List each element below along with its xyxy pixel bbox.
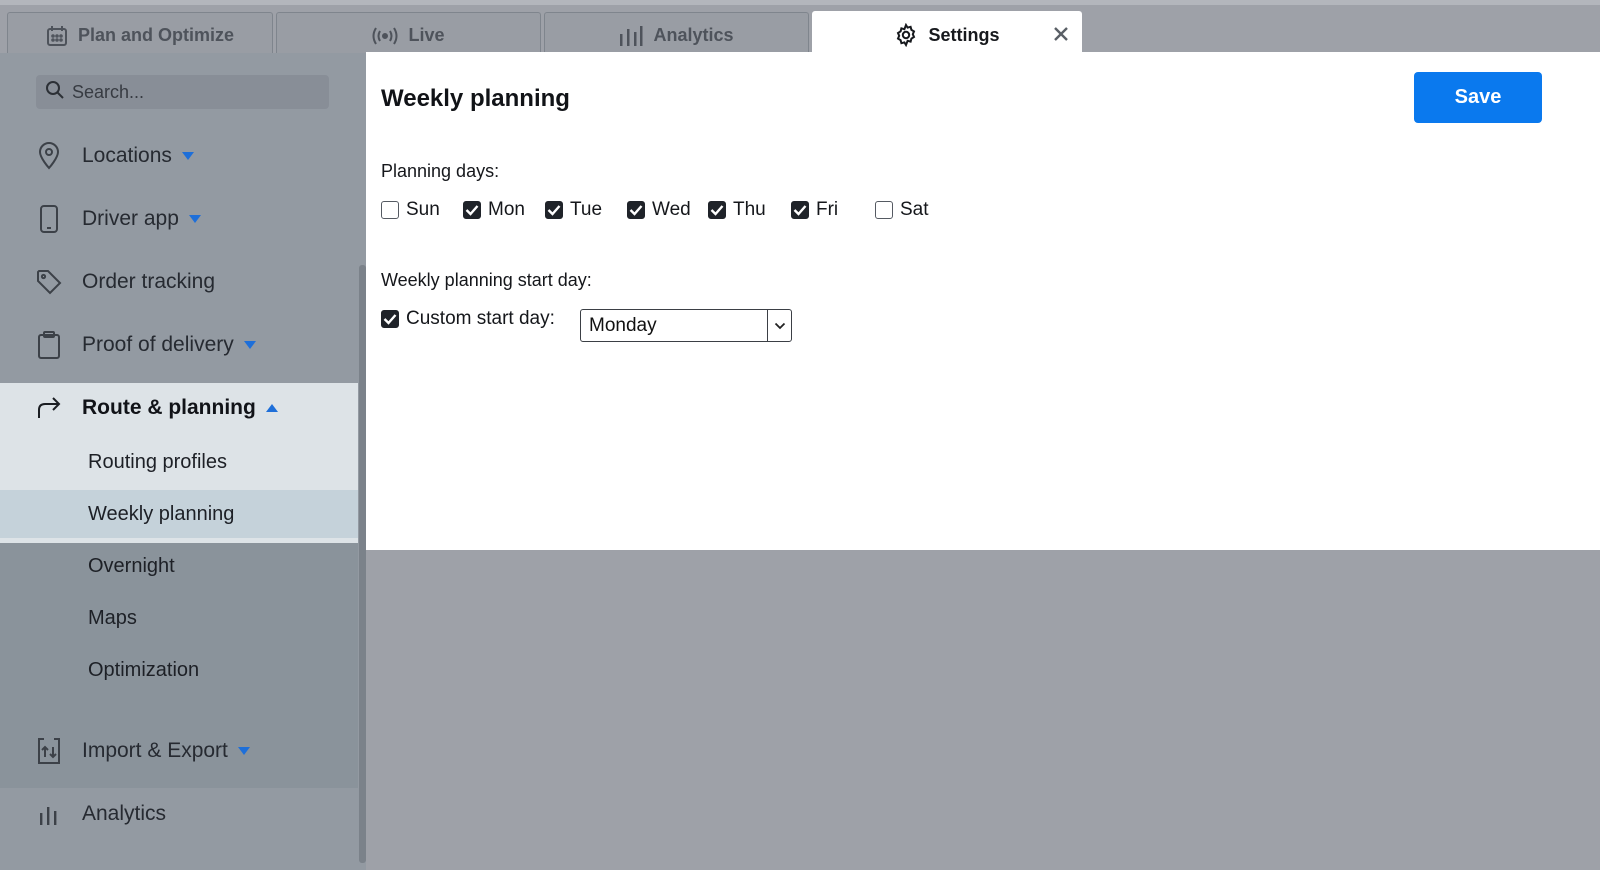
- sidebar-subitem-overnight[interactable]: Overnight: [0, 542, 358, 590]
- day-label: Thu: [733, 199, 766, 220]
- sidebar-subitem-label: Weekly planning: [88, 502, 235, 525]
- sidebar-item-order-tracking[interactable]: Order tracking: [0, 254, 358, 310]
- tab-settings[interactable]: Settings: [812, 11, 1082, 58]
- tab-bar: Plan and Optimize Live Analytics Setting…: [0, 0, 1600, 58]
- sidebar-subitem-routing-profiles[interactable]: Routing profiles: [0, 438, 358, 486]
- day-checkbox-sun[interactable]: Sun: [381, 199, 440, 221]
- tab-label: Settings: [928, 24, 1000, 45]
- tag-icon: [34, 267, 64, 297]
- checkbox-checked[interactable]: [381, 310, 399, 328]
- select-value: Monday: [589, 314, 657, 336]
- sidebar-item-label: Proof of delivery: [82, 333, 234, 356]
- day-checkbox-wed[interactable]: Wed: [627, 199, 691, 221]
- day-label: Sun: [406, 199, 440, 220]
- checkbox-unchecked[interactable]: [875, 201, 893, 219]
- checkmark-icon: [465, 205, 479, 216]
- day-label: Fri: [816, 199, 839, 220]
- save-button[interactable]: Save: [1414, 72, 1542, 123]
- checkbox-checked[interactable]: [545, 201, 563, 219]
- chevron-down-icon: [237, 747, 250, 755]
- day-checkbox-tue[interactable]: Tue: [545, 199, 602, 221]
- sidebar-item-label: Route & planning: [82, 396, 256, 419]
- sidebar-subitem-optimization[interactable]: Optimization: [0, 646, 358, 694]
- checkbox-checked[interactable]: [708, 201, 726, 219]
- sidebar-item-label: Locations: [82, 144, 172, 167]
- sidebar-item-label: Import & Export: [82, 739, 228, 762]
- sidebar-subitem-label: Routing profiles: [88, 450, 227, 473]
- gear-icon: [894, 23, 918, 47]
- chevron-down-icon: [181, 152, 194, 160]
- broadcast-icon: [372, 26, 398, 46]
- chevron-down-icon: [243, 341, 256, 349]
- sidebar-item-analytics[interactable]: Analytics: [0, 786, 358, 842]
- checkmark-icon: [547, 205, 561, 216]
- day-checkbox-fri[interactable]: Fri: [791, 199, 838, 221]
- tab-plan-and-optimize[interactable]: Plan and Optimize: [7, 12, 273, 58]
- day-label: Mon: [488, 199, 525, 220]
- sidebar-item-driver-app[interactable]: Driver app: [0, 191, 358, 247]
- sidebar-subitem-label: Overnight: [88, 554, 175, 577]
- chevron-down-icon[interactable]: [767, 310, 791, 341]
- calendar-icon: [46, 25, 68, 47]
- day-label: Wed: [652, 199, 691, 220]
- checkmark-icon: [629, 205, 643, 216]
- map-pin-icon: [34, 141, 64, 171]
- checkmark-icon: [793, 205, 807, 216]
- settings-panel: Weekly planning Save Planning days: Sun …: [366, 52, 1600, 550]
- tab-label: Analytics: [653, 25, 734, 45]
- checkbox-checked[interactable]: [791, 201, 809, 219]
- sidebar-subitem-label: Maps: [88, 606, 137, 629]
- search-icon: [45, 80, 65, 105]
- sidebar-subitem-maps[interactable]: Maps: [0, 594, 358, 642]
- settings-sidebar: Search... Locations Driver app Order tra…: [0, 53, 366, 870]
- chevron-up-icon: [265, 404, 278, 412]
- close-icon[interactable]: [1051, 24, 1071, 44]
- sidebar-subitem-label: Optimization: [88, 658, 200, 681]
- clipboard-icon: [34, 330, 64, 360]
- day-checkbox-thu[interactable]: Thu: [708, 199, 766, 221]
- import-export-icon: [34, 736, 64, 766]
- checkbox-checked[interactable]: [627, 201, 645, 219]
- sidebar-subitem-weekly-planning[interactable]: Weekly planning: [0, 490, 358, 538]
- sidebar-item-label: Analytics: [82, 802, 167, 825]
- tab-label: Plan and Optimize: [77, 25, 235, 45]
- sidebar-item-route-planning[interactable]: Route & planning: [0, 380, 358, 436]
- day-label: Tue: [570, 199, 603, 220]
- bar-chart-icon: [34, 799, 64, 829]
- bar-chart-icon: [619, 25, 643, 46]
- checkmark-icon: [710, 205, 724, 216]
- start-day-label: Weekly planning start day:: [381, 270, 592, 290]
- custom-start-label: Custom start day:: [406, 308, 555, 329]
- sidebar-item-label: Driver app: [82, 207, 179, 230]
- sidebar-item-locations[interactable]: Locations: [0, 128, 358, 184]
- tab-label: Live: [408, 25, 445, 45]
- sidebar-item-label: Order tracking: [82, 270, 216, 293]
- sidebar-scrollbar[interactable]: [359, 265, 366, 863]
- page-title: Weekly planning: [381, 85, 570, 112]
- day-label: Sat: [900, 199, 929, 220]
- search-placeholder: Search...: [72, 81, 145, 102]
- checkmark-icon: [383, 314, 397, 325]
- sidebar-item-import-export[interactable]: Import & Export: [0, 723, 358, 779]
- custom-start-day-checkbox[interactable]: Custom start day:: [381, 308, 555, 330]
- chevron-down-icon: [188, 215, 201, 223]
- checkbox-checked[interactable]: [463, 201, 481, 219]
- search-input[interactable]: Search...: [36, 75, 329, 109]
- sidebar-item-proof-of-delivery[interactable]: Proof of delivery: [0, 317, 358, 373]
- day-checkbox-sat[interactable]: Sat: [875, 199, 929, 221]
- start-day-select[interactable]: Monday: [580, 309, 792, 342]
- day-checkbox-mon[interactable]: Mon: [463, 199, 525, 221]
- checkbox-unchecked[interactable]: [381, 201, 399, 219]
- planning-days-label: Planning days:: [381, 161, 500, 181]
- route-arrow-icon: [34, 393, 64, 423]
- phone-icon: [34, 204, 64, 234]
